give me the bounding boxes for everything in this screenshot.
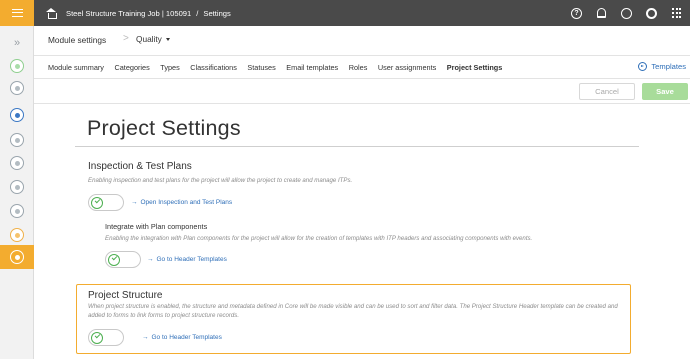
settings-icon[interactable] [646,7,657,19]
module-icon-5[interactable] [10,156,24,170]
title-divider [75,146,639,147]
module-select-value: Quality [136,34,162,44]
settings-tabs: Module summary Categories Types Classifi… [48,63,513,72]
check-icon [94,197,100,204]
arrow-right-icon: → [142,334,149,341]
module-icon-2[interactable] [10,81,24,95]
arrow-circle-right-icon [638,62,648,71]
toggle-knob [91,331,103,344]
module-icon-4[interactable] [10,133,24,147]
page-title: Project Settings [87,116,241,140]
itp-section-description: Enabling inspection and test plans for t… [88,177,353,184]
user-icon[interactable] [621,7,632,19]
templates-link[interactable]: Templates [638,62,686,71]
apps-grid-icon[interactable] [672,8,682,18]
project-structure-toggle[interactable] [88,329,124,346]
home-icon[interactable] [46,8,57,19]
check-icon [94,332,100,339]
hamburger-icon [11,9,23,17]
settings-module-icon [10,250,24,264]
templates-link-label: Templates [651,62,686,71]
itp-toggle[interactable] [88,194,124,211]
tab-email-templates[interactable]: Email templates [286,63,338,72]
tab-classifications[interactable]: Classifications [190,63,237,72]
save-button[interactable]: Save [642,83,688,100]
module-icon-6[interactable] [10,180,24,194]
toggle-knob [108,253,120,266]
open-itp-link-label: Open Inspection and Test Plans [140,199,233,206]
arrow-right-icon: → [147,256,154,263]
module-select[interactable]: Quality [136,34,170,44]
plan-components-toggle[interactable] [105,251,141,268]
project-structure-title: Project Structure [88,290,163,301]
left-rail: » [0,0,34,359]
module-icon-7[interactable] [10,204,24,218]
tab-roles[interactable]: Roles [349,63,368,72]
arrow-right-icon: → [131,199,138,206]
breadcrumb-separator: / [196,8,199,18]
tab-statuses[interactable]: Statuses [247,63,275,72]
module-settings-row: Module settings > Quality [34,26,690,56]
module-home-icon[interactable] [10,59,24,73]
module-icon-3[interactable] [10,108,24,122]
breadcrumb-settings: Settings [203,8,231,18]
chevron-right-icon: > [123,33,129,44]
breadcrumb-job[interactable]: Steel Structure Training Job | 105091 [66,9,191,18]
top-bar-icons: ? [564,0,686,26]
structure-header-templates-link[interactable]: → Go to Header Templates [142,334,222,341]
tab-module-summary[interactable]: Module summary [48,63,104,72]
structure-header-templates-link-label: Go to Header Templates [151,334,222,341]
help-icon[interactable]: ? [571,7,582,19]
tab-project-settings[interactable]: Project Settings [447,63,503,72]
plan-header-templates-link-label: Go to Header Templates [156,256,227,263]
tab-categories[interactable]: Categories [114,63,149,72]
project-structure-description: When project structure is enabled, the s… [88,303,618,319]
toggle-knob [91,196,103,209]
rail-item-settings-active[interactable] [0,245,34,269]
expand-rail-icon[interactable]: » [0,37,34,49]
caret-down-icon [165,37,170,41]
tab-types[interactable]: Types [160,63,179,72]
module-icon-8[interactable] [10,228,24,242]
plan-components-description: Enabling the integration with Plan compo… [105,235,533,242]
main-menu-button[interactable] [0,0,34,26]
itp-section-title: Inspection & Test Plans [88,161,192,172]
open-itp-link[interactable]: → Open Inspection and Test Plans [131,199,232,206]
cancel-button[interactable]: Cancel [579,83,635,100]
tab-user-assignments[interactable]: User assignments [378,63,436,72]
action-row: Cancel Save [34,80,690,104]
settings-tabs-row: Module summary Categories Types Classifi… [34,57,690,79]
bell-icon[interactable] [597,8,606,18]
module-settings-title: Module settings [48,35,107,45]
plan-header-templates-link[interactable]: → Go to Header Templates [147,256,227,263]
top-bar: Steel Structure Training Job | 105091 / … [34,0,690,26]
check-icon [111,254,117,261]
plan-components-title: Integrate with Plan components [105,222,208,231]
